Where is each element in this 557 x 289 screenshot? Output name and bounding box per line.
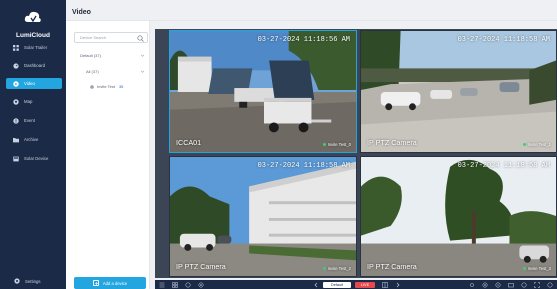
add-device-button[interactable]: Add a device bbox=[74, 277, 146, 289]
archive-folder-icon bbox=[13, 137, 19, 142]
online-indicator bbox=[522, 143, 526, 146]
sidebar-item-event[interactable]: Event bbox=[6, 115, 62, 126]
online-indicator bbox=[322, 267, 326, 270]
snapshot-icon[interactable] bbox=[508, 282, 514, 288]
sidebar-item-solar-device[interactable]: Solar Device bbox=[6, 153, 62, 164]
camera-feed bbox=[361, 31, 556, 152]
tree-node-all[interactable]: All (37) bbox=[86, 69, 99, 74]
event-icon bbox=[13, 117, 19, 124]
fullscreen-icon[interactable] bbox=[534, 281, 540, 288]
camera-status: Invite Test_3 bbox=[522, 266, 551, 271]
record-icon[interactable] bbox=[521, 282, 527, 288]
online-indicator bbox=[522, 267, 526, 270]
map-pin-icon bbox=[13, 98, 19, 105]
chevron-down-icon[interactable] bbox=[140, 69, 145, 74]
sidebar-item-dashboard[interactable]: Dashboard bbox=[6, 60, 62, 71]
video-tile[interactable]: 03-27-2024 11:18:58 AM IP PTZ Camera Inv… bbox=[360, 156, 557, 277]
default-layout-button[interactable]: Default bbox=[323, 281, 351, 288]
sidebar-item-label: Solar Device bbox=[24, 156, 49, 161]
video-timestamp: 03-27-2024 11:18:56 AM bbox=[257, 36, 350, 44]
camera-name: IP PTZ Camera bbox=[176, 262, 226, 271]
grid-layout-icon[interactable] bbox=[172, 281, 178, 288]
app-name: LumiCloud bbox=[16, 32, 50, 39]
sidebar-item-label: Map bbox=[24, 99, 33, 104]
chevron-down-icon[interactable] bbox=[140, 53, 145, 58]
sidebar-item-label: Solar Trailer bbox=[24, 45, 48, 50]
sidebar-item-label: Event bbox=[24, 118, 35, 123]
camera-status-label: Invite Test_1 bbox=[527, 142, 551, 147]
sidebar-item-label: Video bbox=[24, 81, 35, 86]
chevron-right-icon[interactable] bbox=[395, 282, 401, 288]
camera-status: Invite Test_2 bbox=[322, 266, 351, 271]
video-tile[interactable]: 03-27-2024 11:18:58 AM IP PTZ Camera Inv… bbox=[360, 30, 557, 153]
video-grid: 03-27-2024 11:18:56 AM ICCA01 Invite Tes… bbox=[155, 29, 557, 278]
zoom-out-icon[interactable] bbox=[495, 282, 501, 288]
sidebar-item-archive[interactable]: Archive bbox=[6, 134, 62, 145]
tree-node-invite-test[interactable]: Invite Test 35 bbox=[90, 84, 123, 89]
grid-icon bbox=[13, 44, 19, 51]
refresh-icon[interactable] bbox=[185, 282, 191, 288]
camera-status: Invite Test_0 bbox=[322, 142, 351, 147]
split-screen-icon[interactable] bbox=[382, 281, 388, 288]
video-timestamp: 03-27-2024 11:18:58 AM bbox=[457, 162, 550, 170]
add-device-label: Add a device bbox=[102, 280, 128, 286]
page-title: Video bbox=[72, 9, 91, 16]
video-tile[interactable]: 03-27-2024 11:18:56 AM ICCA01 Invite Tes… bbox=[169, 30, 357, 153]
camera-feed bbox=[361, 157, 556, 276]
device-search-input[interactable]: Device Search bbox=[74, 32, 148, 43]
gear-icon bbox=[14, 278, 20, 284]
video-timestamp: 03-27-2024 11:18:58 AM bbox=[257, 162, 350, 170]
dashboard-icon bbox=[13, 62, 19, 69]
live-button[interactable]: LIVE bbox=[355, 281, 375, 288]
camera-status-label: Invite Test_3 bbox=[527, 266, 551, 271]
search-placeholder: Device Search bbox=[80, 35, 107, 40]
video-icon bbox=[13, 80, 19, 87]
more-icon[interactable] bbox=[547, 282, 553, 288]
camera-status-label: Invite Test_2 bbox=[327, 266, 351, 271]
sidebar-item-solar-trailer[interactable]: Solar Trailer bbox=[6, 42, 62, 53]
camera-icon[interactable] bbox=[198, 282, 204, 288]
video-tile[interactable]: 03-27-2024 11:18:58 AM IP PTZ Camera Inv… bbox=[169, 156, 357, 277]
tree-node-label: All (37) bbox=[86, 69, 99, 74]
cloud-logo-icon bbox=[24, 11, 41, 23]
camera-feed bbox=[170, 31, 356, 152]
settings-label: Settings bbox=[25, 278, 41, 284]
camera-status-label: Invite Test_0 bbox=[327, 142, 351, 147]
settings-sun-icon[interactable] bbox=[469, 282, 475, 288]
folder-icon bbox=[90, 84, 94, 89]
camera-name: ICCA01 bbox=[176, 138, 202, 147]
tree-node-label: Default (37) bbox=[80, 53, 101, 58]
camera-feed bbox=[170, 157, 356, 276]
list-icon[interactable] bbox=[159, 282, 165, 288]
chevron-left-icon[interactable] bbox=[313, 282, 319, 288]
sidebar-item-video[interactable]: Video bbox=[6, 78, 62, 89]
sidebar-item-label: Dashboard bbox=[24, 63, 46, 68]
tree-node-count: 35 bbox=[118, 84, 124, 89]
video-timestamp: 03-27-2024 11:18:58 AM bbox=[457, 36, 550, 44]
sidebar-item-label: Archive bbox=[24, 137, 39, 142]
sidebar-item-map[interactable]: Map bbox=[6, 96, 62, 107]
camera-status: Invite Test_1 bbox=[522, 142, 551, 147]
device-icon bbox=[13, 156, 19, 161]
search-icon[interactable] bbox=[137, 34, 144, 42]
app-logo[interactable]: LumiCloud bbox=[0, 8, 66, 42]
sidebar-item-settings[interactable]: Settings bbox=[14, 278, 41, 284]
tree-node-label: Invite Test bbox=[97, 84, 115, 89]
zoom-in-icon[interactable] bbox=[482, 282, 488, 288]
camera-name: IP PTZ Camera bbox=[367, 262, 417, 271]
plus-icon bbox=[92, 280, 99, 286]
device-panel bbox=[66, 20, 150, 289]
video-toolbar: Default LIVE bbox=[155, 280, 557, 289]
camera-name: IP PTZ Camera bbox=[367, 138, 417, 147]
header-divider bbox=[66, 20, 557, 21]
sidebar: LumiCloud Solar Trailer Dashboard Video … bbox=[0, 0, 66, 289]
online-indicator bbox=[322, 143, 326, 146]
tree-node-default[interactable]: Default (37) bbox=[80, 53, 101, 58]
